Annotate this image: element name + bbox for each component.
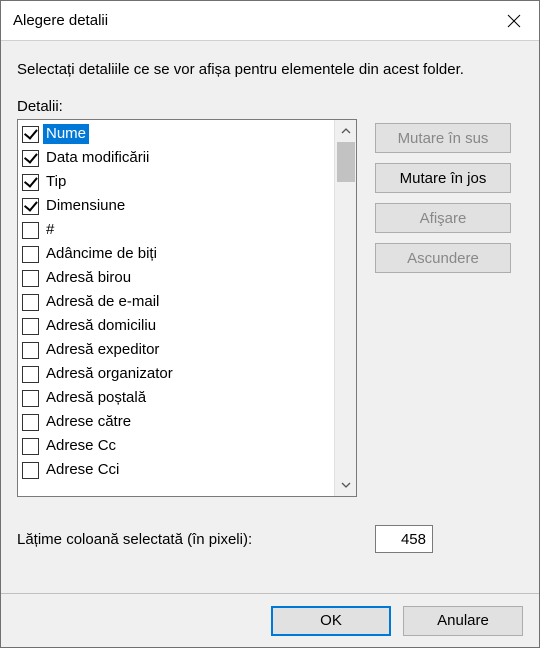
close-button[interactable]	[489, 1, 539, 41]
checkbox[interactable]	[22, 438, 39, 455]
list-item-label: Adrese către	[43, 412, 134, 432]
list-item[interactable]: Adresă expeditor	[20, 338, 334, 362]
checkbox[interactable]	[22, 414, 39, 431]
width-input[interactable]	[375, 525, 433, 553]
list-item[interactable]: Dimensiune	[20, 194, 334, 218]
window-title: Alegere detalii	[13, 12, 108, 29]
list-item-label: Adresă organizator	[43, 364, 176, 384]
width-row: Lățime coloană selectată (în pixeli):	[17, 525, 523, 553]
move-up-button[interactable]: Mutare în sus	[375, 123, 511, 153]
details-listbox[interactable]: Nume Data modificării Tip Dimensiune # Adânci…	[17, 119, 357, 497]
list-item[interactable]: Adrese Cci	[20, 458, 334, 482]
list-item[interactable]: Adresă de e-mail	[20, 290, 334, 314]
list-item-label: Adrese Cc	[43, 436, 119, 456]
move-down-button[interactable]: Mutare în jos	[375, 163, 511, 193]
list-item-label: Adresă birou	[43, 268, 134, 288]
cancel-button[interactable]: Anulare	[403, 606, 523, 636]
chevron-down-icon	[341, 480, 351, 490]
scrollbar[interactable]	[334, 120, 356, 496]
checkbox[interactable]	[22, 294, 39, 311]
list-item-label: Dimensiune	[43, 196, 128, 216]
list-item[interactable]: Adrese Cc	[20, 434, 334, 458]
scroll-up-button[interactable]	[335, 120, 356, 142]
list-item-label: Adresă poștală	[43, 388, 149, 408]
list-item[interactable]: Adâncime de biți	[20, 242, 334, 266]
checkbox[interactable]	[22, 366, 39, 383]
show-button[interactable]: Afişare	[375, 203, 511, 233]
checkbox[interactable]	[22, 174, 39, 191]
list-item-label: Adresă expeditor	[43, 340, 162, 360]
checkbox[interactable]	[22, 462, 39, 479]
checkbox[interactable]	[22, 270, 39, 287]
list-item-label: Adrese Cci	[43, 460, 122, 480]
scroll-down-button[interactable]	[335, 474, 356, 496]
list-item[interactable]: Data modificării	[20, 146, 334, 170]
list-item-label: Adresă de e-mail	[43, 292, 162, 312]
list-item[interactable]: #	[20, 218, 334, 242]
titlebar: Alegere detalii	[1, 1, 539, 41]
checkbox[interactable]	[22, 342, 39, 359]
list-item-label: #	[43, 220, 57, 240]
scroll-track[interactable]	[335, 142, 356, 474]
checkbox[interactable]	[22, 126, 39, 143]
details-label: Detalii:	[17, 98, 523, 115]
dialog-footer: OK Anulare	[1, 593, 539, 647]
dialog-window: Alegere detalii Selectați detaliile ce s…	[0, 0, 540, 648]
close-icon	[507, 14, 521, 28]
list-item-label: Adresă domiciliu	[43, 316, 159, 336]
list-item[interactable]: Adresă organizator	[20, 362, 334, 386]
hide-button[interactable]: Ascundere	[375, 243, 511, 273]
list-item-label: Adâncime de biți	[43, 244, 160, 264]
ok-button[interactable]: OK	[271, 606, 391, 636]
scroll-thumb[interactable]	[337, 142, 355, 182]
list-item[interactable]: Nume	[20, 122, 334, 146]
checkbox[interactable]	[22, 222, 39, 239]
checkbox[interactable]	[22, 198, 39, 215]
checkbox[interactable]	[22, 318, 39, 335]
main-row: Nume Data modificării Tip Dimensiune # Adânci…	[17, 119, 523, 497]
list-item-label: Tip	[43, 172, 69, 192]
list-item[interactable]: Adresă poștală	[20, 386, 334, 410]
dialog-body: Selectați detaliile ce se vor afișa pent…	[1, 41, 539, 593]
list-item[interactable]: Adrese către	[20, 410, 334, 434]
checkbox[interactable]	[22, 246, 39, 263]
checkbox[interactable]	[22, 390, 39, 407]
list-item-label: Nume	[43, 124, 89, 144]
list-item-label: Data modificării	[43, 148, 152, 168]
list-item[interactable]: Adresă birou	[20, 266, 334, 290]
chevron-up-icon	[341, 126, 351, 136]
side-buttons: Mutare în sus Mutare în jos Afişare Ascu…	[375, 119, 511, 497]
checkbox[interactable]	[22, 150, 39, 167]
width-label: Lățime coloană selectată (în pixeli):	[17, 531, 252, 548]
list-item[interactable]: Tip	[20, 170, 334, 194]
instruction-text: Selectați detaliile ce se vor afișa pent…	[17, 61, 523, 78]
list-item[interactable]: Adresă domiciliu	[20, 314, 334, 338]
